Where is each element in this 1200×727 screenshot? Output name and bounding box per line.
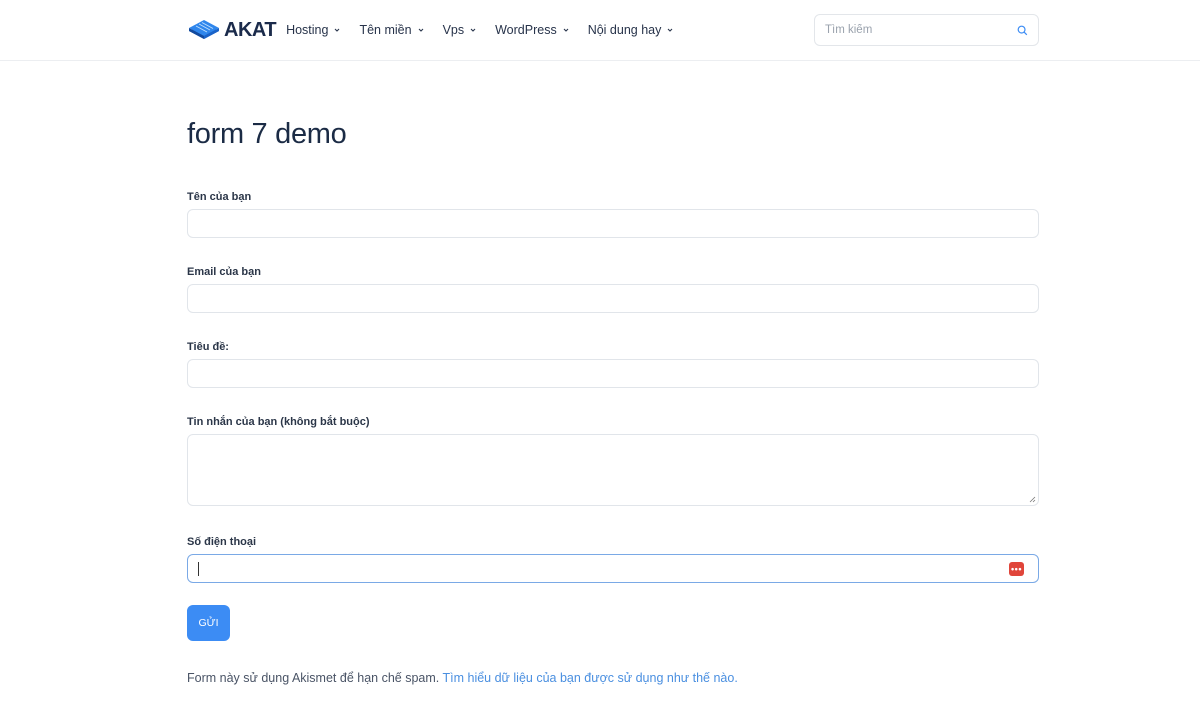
search-icon[interactable] [1017, 25, 1028, 36]
nav-item-hosting[interactable]: Hosting [286, 23, 340, 37]
chevron-down-icon [418, 28, 423, 32]
email-label: Email của bạn [187, 266, 261, 278]
subject-field-group: Tiêu đề: [187, 341, 1039, 388]
nav-item-domains[interactable]: Tên miền [359, 23, 423, 37]
password-manager-icon[interactable]: ••• [1009, 562, 1024, 576]
message-field-group: Tin nhắn của bạn (không bắt buộc) [187, 416, 1039, 506]
subject-label: Tiêu đề: [187, 341, 229, 353]
chevron-down-icon [335, 28, 340, 32]
name-field-group: Tên của bạn [187, 191, 1039, 238]
akismet-notice-text: Form này sử dụng Akismet để hạn chế spam… [187, 671, 440, 685]
resize-handle-icon[interactable] [1029, 496, 1036, 503]
nav-item-vps[interactable]: Vps [443, 23, 477, 37]
chevron-down-icon [470, 28, 476, 32]
name-label: Tên của bạn [187, 191, 252, 203]
text-caret [198, 562, 199, 576]
akismet-notice: Form này sử dụng Akismet để hạn chế spam… [187, 671, 738, 685]
nav-item-label: Tên miền [359, 23, 412, 37]
search-box [814, 14, 1039, 46]
nav-item-wordpress[interactable]: WordPress [495, 23, 569, 37]
header-inner: AKAT Hosting Tên miền Vps WordPress Nội … [187, 0, 1039, 60]
privacy-link[interactable]: Tìm hiểu dữ liệu của bạn được sử dụng nh… [443, 671, 738, 685]
nav-item-label: Vps [442, 23, 465, 37]
search-input[interactable] [825, 24, 1017, 36]
message-textarea[interactable] [187, 434, 1039, 506]
page-title: form 7 demo [187, 118, 347, 150]
site-header: AKAT Hosting Tên miền Vps WordPress Nội … [0, 0, 1200, 61]
email-field-group: Email của bạn [187, 266, 1039, 313]
submit-button[interactable]: GỬI [187, 605, 230, 641]
main-nav: Hosting Tên miền Vps WordPress Nội dung … [286, 23, 692, 37]
nav-item-label: Nội dung hay [587, 23, 662, 37]
nav-item-label: Hosting [286, 23, 329, 37]
site-logo[interactable]: AKAT [187, 17, 277, 43]
logo-text: AKAT [224, 18, 277, 41]
subject-input[interactable] [187, 359, 1039, 388]
phone-input[interactable]: ••• [187, 554, 1039, 583]
chevron-down-icon [667, 28, 673, 32]
phone-field-group: Số điện thoại ••• [187, 536, 1039, 583]
name-input[interactable] [187, 209, 1039, 238]
email-input[interactable] [187, 284, 1039, 313]
nav-item-label: WordPress [495, 23, 557, 37]
message-label: Tin nhắn của bạn (không bắt buộc) [187, 416, 370, 428]
main-content: form 7 demo Tên của bạn Email của bạn Ti… [187, 61, 1039, 685]
nav-item-content[interactable]: Nội dung hay [588, 23, 674, 37]
phone-label: Số điện thoại [187, 536, 257, 548]
logo-mark-icon [189, 20, 219, 39]
chevron-down-icon [563, 28, 569, 32]
